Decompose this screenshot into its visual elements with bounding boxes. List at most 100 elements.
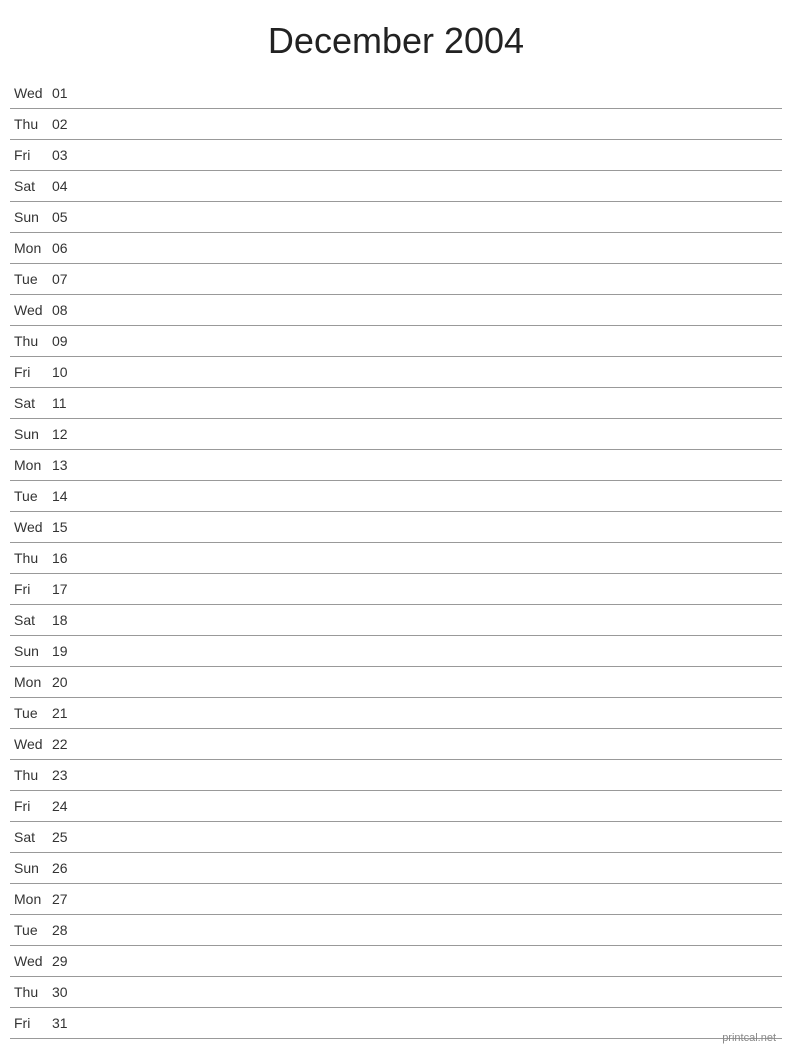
day-number: 05 [52,209,82,225]
day-number: 08 [52,302,82,318]
day-line [82,403,782,404]
day-row: Mon20 [10,667,782,698]
day-number: 26 [52,860,82,876]
day-name: Sat [10,829,52,845]
day-row: Tue21 [10,698,782,729]
day-row: Thu16 [10,543,782,574]
day-line [82,465,782,466]
day-line [82,341,782,342]
day-name: Fri [10,1015,52,1031]
day-number: 07 [52,271,82,287]
day-line [82,961,782,962]
day-line [82,527,782,528]
day-row: Mon27 [10,884,782,915]
day-name: Wed [10,736,52,752]
day-row: Thu23 [10,760,782,791]
day-number: 04 [52,178,82,194]
day-number: 23 [52,767,82,783]
day-row: Sat18 [10,605,782,636]
footer-label: printcal.net [722,1032,776,1044]
day-row: Tue28 [10,915,782,946]
day-row: Fri10 [10,357,782,388]
day-name: Sun [10,209,52,225]
day-row: Sun12 [10,419,782,450]
day-line [82,682,782,683]
day-row: Tue07 [10,264,782,295]
day-row: Mon06 [10,233,782,264]
day-row: Sat25 [10,822,782,853]
day-number: 22 [52,736,82,752]
day-line [82,155,782,156]
day-name: Wed [10,519,52,535]
day-line [82,651,782,652]
day-name: Fri [10,147,52,163]
day-name: Wed [10,953,52,969]
day-line [82,217,782,218]
day-row: Wed08 [10,295,782,326]
day-name: Mon [10,240,52,256]
day-number: 19 [52,643,82,659]
day-name: Sun [10,860,52,876]
day-number: 30 [52,984,82,1000]
day-number: 10 [52,364,82,380]
day-name: Tue [10,488,52,504]
day-row: Thu02 [10,109,782,140]
day-number: 21 [52,705,82,721]
day-name: Sun [10,643,52,659]
day-line [82,248,782,249]
day-number: 15 [52,519,82,535]
day-name: Sat [10,178,52,194]
day-name: Fri [10,581,52,597]
day-line [82,837,782,838]
day-line [82,558,782,559]
day-name: Thu [10,550,52,566]
day-row: Mon13 [10,450,782,481]
day-name: Sat [10,612,52,628]
day-number: 12 [52,426,82,442]
day-line [82,744,782,745]
day-number: 27 [52,891,82,907]
day-number: 20 [52,674,82,690]
day-line [82,806,782,807]
day-name: Sun [10,426,52,442]
day-row: Wed15 [10,512,782,543]
day-number: 13 [52,457,82,473]
day-name: Mon [10,674,52,690]
day-line [82,930,782,931]
day-number: 24 [52,798,82,814]
day-row: Thu30 [10,977,782,1008]
day-number: 16 [52,550,82,566]
day-name: Wed [10,85,52,101]
day-name: Thu [10,984,52,1000]
day-row: Sun26 [10,853,782,884]
day-row: Fri03 [10,140,782,171]
day-line [82,372,782,373]
day-name: Tue [10,705,52,721]
day-name: Thu [10,116,52,132]
day-name: Thu [10,333,52,349]
day-number: 01 [52,85,82,101]
day-name: Wed [10,302,52,318]
day-row: Fri17 [10,574,782,605]
day-row: Tue14 [10,481,782,512]
day-line [82,124,782,125]
day-number: 31 [52,1015,82,1031]
day-number: 03 [52,147,82,163]
day-line [82,992,782,993]
day-row: Sat04 [10,171,782,202]
day-line [82,1023,782,1024]
day-row: Fri24 [10,791,782,822]
day-line [82,713,782,714]
day-row: Sun19 [10,636,782,667]
day-row: Thu09 [10,326,782,357]
day-line [82,620,782,621]
day-name: Mon [10,891,52,907]
day-number: 25 [52,829,82,845]
day-name: Fri [10,798,52,814]
calendar-body: Wed01Thu02Fri03Sat04Sun05Mon06Tue07Wed08… [0,78,792,1039]
day-row: Wed22 [10,729,782,760]
day-number: 17 [52,581,82,597]
page-title: December 2004 [0,0,792,78]
day-name: Tue [10,922,52,938]
day-line [82,899,782,900]
